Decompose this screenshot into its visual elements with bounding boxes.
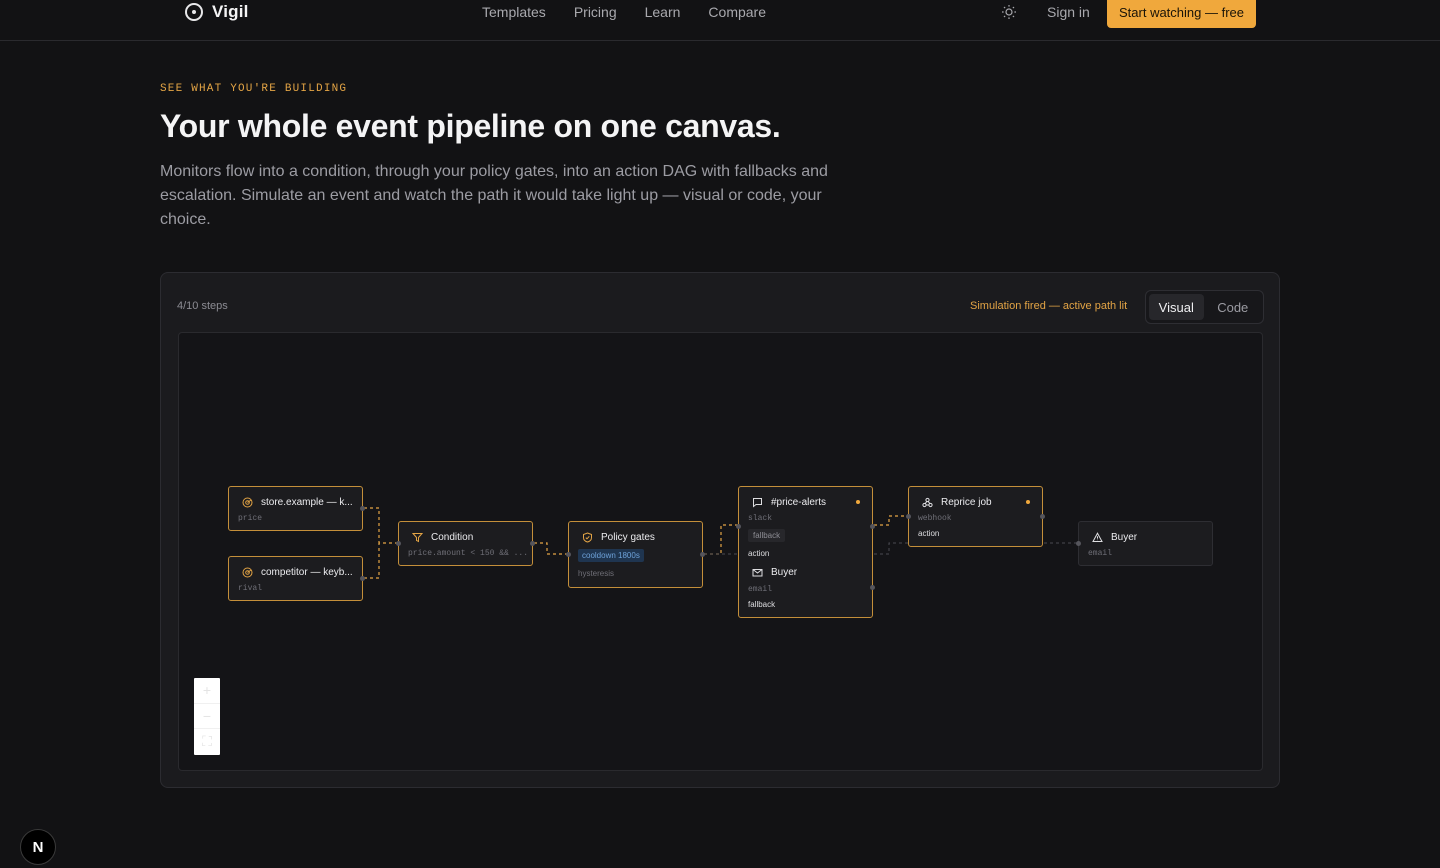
node-buyer[interactable]: Buyer email [1076, 521, 1213, 566]
nav-link-templates[interactable]: Templates [482, 4, 546, 20]
output-port[interactable] [360, 506, 365, 511]
node-price-alerts[interactable]: #price-alerts slack fallback action Buye… [736, 486, 875, 618]
action-label: action [748, 549, 770, 558]
input-port[interactable] [396, 541, 401, 546]
node-kind: price [238, 514, 263, 523]
node-kind: email [1088, 549, 1113, 558]
pipeline-panel: 4/10 steps Simulation fired — active pat… [160, 272, 1280, 788]
edge-policy-alerts [704, 524, 739, 555]
brand-name: Vigil [212, 2, 249, 21]
fallback-chip: fallback [748, 529, 786, 542]
node-monitor-store[interactable]: store.example — k... price [228, 486, 365, 531]
fit-view-button[interactable]: ⛶ [194, 729, 220, 755]
condition-expression: price.amount < 150 && ... [408, 549, 529, 558]
filter-icon [411, 531, 423, 543]
webhook-icon [921, 496, 933, 508]
radar-icon [241, 566, 253, 578]
input-port[interactable] [736, 524, 741, 529]
node-title: Reprice job [941, 496, 992, 508]
edge-monitor1-condition [364, 507, 397, 544]
shield-icon [581, 531, 593, 543]
top-nav: Vigil Templates Pricing Learn Compare Si… [0, 0, 1440, 41]
simulation-status: Simulation fired — active path lit [970, 300, 1128, 312]
pipeline-canvas[interactable]: store.example — k... price competitor — … [178, 332, 1263, 771]
fallback-label: fallback [748, 600, 776, 609]
node-kind-secondary: email [748, 585, 773, 594]
output-port[interactable] [530, 541, 535, 546]
message-icon [751, 496, 763, 508]
node-title: Buyer [1111, 531, 1138, 543]
warning-icon [1091, 531, 1103, 543]
nav-link-learn[interactable]: Learn [645, 4, 681, 20]
node-kind: webhook [918, 514, 952, 523]
zoom-in-button[interactable]: + [194, 678, 220, 704]
node-title: store.example — k... [261, 496, 353, 508]
section-eyebrow: SEE WHAT YOU'RE BUILDING [160, 83, 348, 95]
brand-logo[interactable]: Vigil [185, 2, 249, 22]
output-port[interactable] [700, 552, 705, 557]
output-port[interactable] [870, 524, 875, 529]
vigil-logo-icon [185, 3, 203, 21]
active-indicator [1026, 500, 1030, 504]
sun-icon [1002, 5, 1016, 19]
node-policy-gates[interactable]: Policy gates cooldown 1800s hysteresis [566, 521, 705, 588]
sign-in-link[interactable]: Sign in [1047, 4, 1090, 20]
tab-code[interactable]: Code [1206, 294, 1261, 320]
start-watching-button[interactable]: Start watching — free [1107, 0, 1256, 28]
input-port[interactable] [906, 514, 911, 519]
node-title: #price-alerts [771, 496, 827, 508]
node-kind: rival [238, 584, 263, 593]
node-monitor-competitor[interactable]: competitor — keyb... rival [228, 556, 365, 601]
nav-link-compare[interactable]: Compare [708, 4, 766, 20]
output-port[interactable] [360, 576, 365, 581]
zoom-controls: + − ⛶ [194, 678, 220, 755]
zoom-out-button[interactable]: − [194, 704, 220, 730]
dev-badge[interactable]: N [20, 829, 56, 865]
edge-alerts-reprice [874, 515, 909, 526]
theme-toggle[interactable] [999, 2, 1019, 22]
node-condition[interactable]: Condition price.amount < 150 && ... [396, 521, 535, 566]
nav-links: Templates Pricing Learn Compare [482, 4, 766, 20]
hero-description: Monitors flow into a condition, through … [160, 163, 828, 228]
edge-condition-policy [534, 542, 569, 555]
output-port-fallback[interactable] [870, 585, 875, 590]
view-toggle: Visual Code [1145, 290, 1264, 324]
edge-monitor2-condition [364, 543, 380, 579]
mail-icon [751, 566, 763, 578]
cooldown-chip: cooldown 1800s [578, 549, 644, 562]
nav-link-pricing[interactable]: Pricing [574, 4, 617, 20]
action-label: action [918, 529, 940, 538]
node-title: Policy gates [601, 531, 655, 543]
output-port[interactable] [1040, 514, 1045, 519]
active-indicator [856, 500, 860, 504]
tab-visual[interactable]: Visual [1149, 294, 1204, 320]
step-counter: 4/10 steps [177, 300, 228, 312]
node-title: competitor — keyb... [261, 566, 353, 578]
node-title-secondary: Buyer [771, 566, 798, 578]
node-reprice-job[interactable]: Reprice job webhook action [906, 486, 1045, 547]
policy-option: hysteresis [578, 569, 615, 578]
input-port[interactable] [566, 552, 571, 557]
input-port[interactable] [1076, 541, 1081, 546]
edge-alerts-buyer-dim [874, 542, 909, 555]
page-title: Your whole event pipeline on one canvas. [160, 108, 781, 144]
node-kind: slack [748, 514, 773, 523]
radar-icon [241, 496, 253, 508]
node-title: Condition [431, 531, 474, 543]
